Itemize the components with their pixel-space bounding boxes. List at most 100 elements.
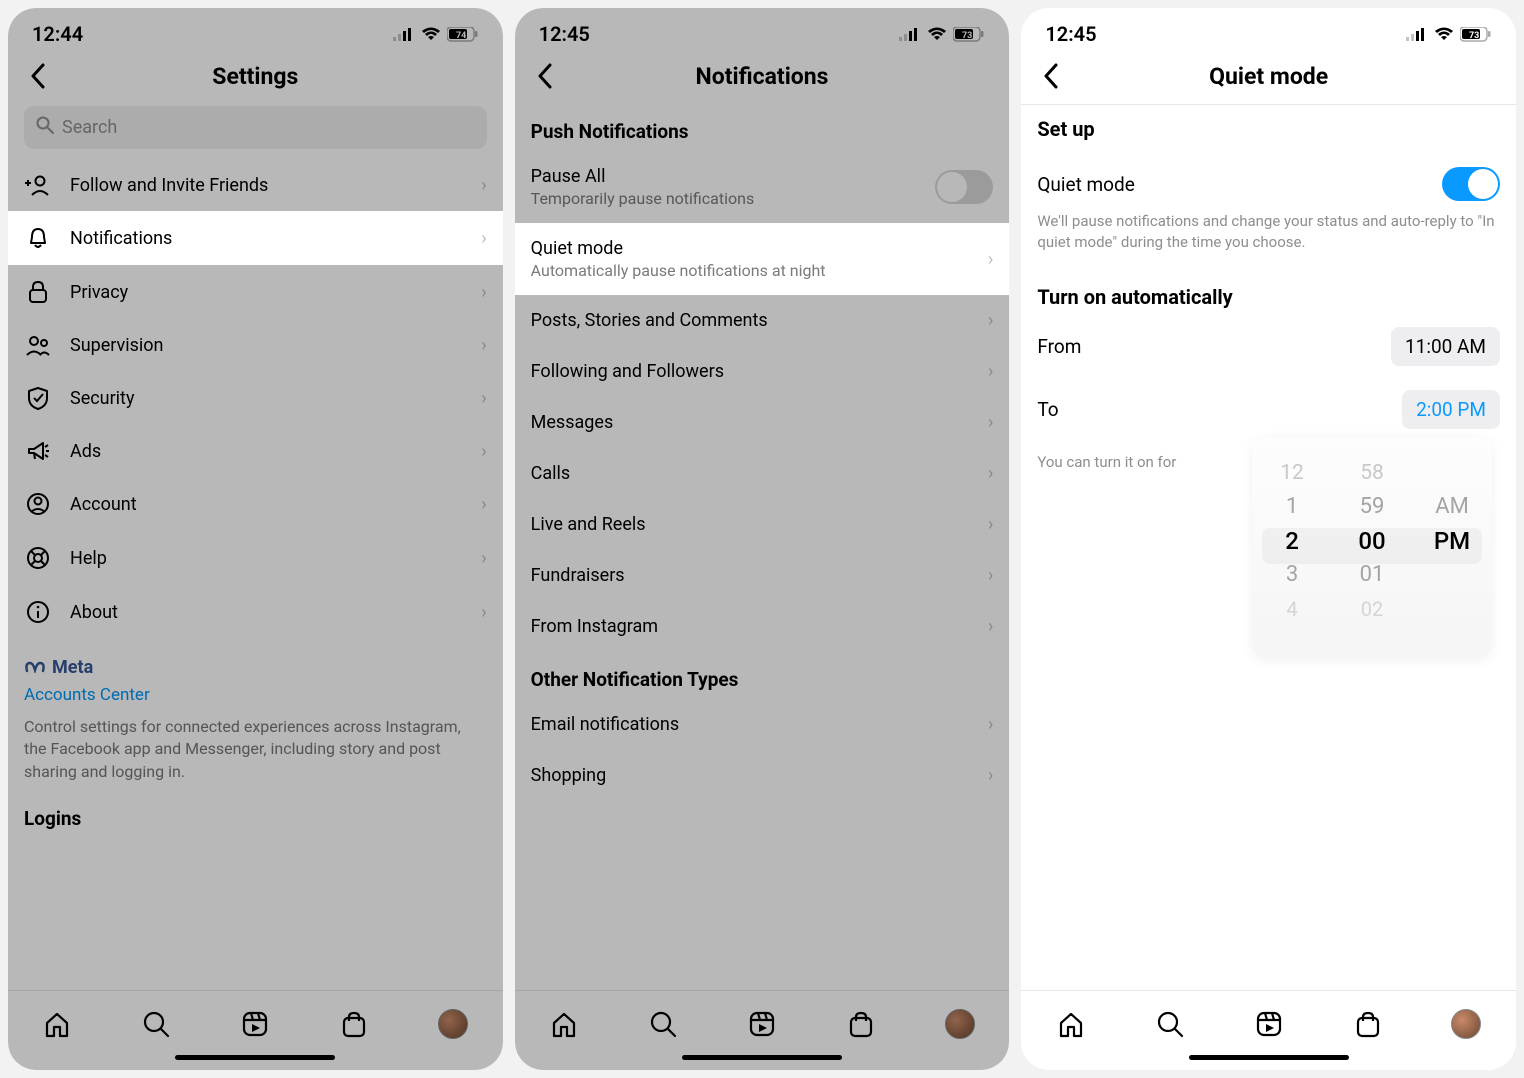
chevron-right-icon: › — [988, 714, 993, 735]
info-icon — [24, 600, 52, 624]
home-indicator[interactable] — [1189, 1055, 1349, 1060]
chevron-right-icon: › — [481, 228, 486, 249]
home-icon[interactable] — [1056, 1009, 1086, 1039]
chevron-right-icon: › — [988, 616, 993, 637]
profile-avatar[interactable] — [438, 1009, 468, 1039]
header: Settings — [8, 52, 503, 104]
row-label: Fundraisers — [531, 565, 970, 586]
chevron-right-icon: › — [988, 249, 993, 270]
cellular-icon — [1406, 27, 1428, 41]
auto-header: Turn on automatically — [1021, 263, 1516, 315]
row-label: Supervision — [70, 335, 463, 356]
reels-icon[interactable] — [1254, 1009, 1284, 1039]
row-email-notifications[interactable]: Email notifications › — [515, 699, 1010, 750]
shield-icon — [24, 386, 52, 410]
to-time-button[interactable]: 2:00 PM — [1402, 390, 1500, 429]
row-label: Following and Followers — [531, 361, 970, 382]
row-fundraisers[interactable]: Fundraisers › — [515, 550, 1010, 601]
row-privacy[interactable]: Privacy › — [8, 265, 503, 319]
search-input[interactable]: Search — [24, 106, 487, 149]
meta-label: Meta — [52, 655, 93, 680]
svg-text:74: 74 — [456, 31, 466, 41]
chevron-right-icon: › — [481, 175, 486, 196]
row-pause-all[interactable]: Pause All Temporarily pause notification… — [515, 151, 1010, 223]
back-button[interactable] — [24, 62, 52, 90]
shop-icon[interactable] — [339, 1009, 369, 1039]
row-notifications[interactable]: Notifications › — [8, 211, 503, 265]
profile-avatar[interactable] — [945, 1009, 975, 1039]
home-indicator[interactable] — [682, 1055, 842, 1060]
pause-all-toggle[interactable] — [935, 170, 993, 204]
search-icon — [36, 116, 54, 139]
battery-icon: 74 — [447, 27, 479, 42]
meta-desc: Control settings for connected experienc… — [24, 716, 487, 783]
picker-minute-column[interactable]: 58 59 00 01 02 — [1332, 456, 1412, 626]
page-title: Quiet mode — [1065, 63, 1472, 90]
quiet-title: Quiet mode — [531, 238, 970, 259]
row-label: Posts, Stories and Comments — [531, 310, 970, 331]
search-tab-icon[interactable] — [648, 1009, 678, 1039]
screen-notifications: 12:45 73 Notifications Push Notification… — [515, 8, 1010, 1070]
row-label: Security — [70, 388, 463, 409]
chevron-right-icon: › — [481, 335, 486, 356]
accounts-center-link[interactable]: Accounts Center — [24, 684, 487, 708]
row-calls[interactable]: Calls › — [515, 448, 1010, 499]
chevron-right-icon: › — [481, 602, 486, 623]
status-bar: 12:45 73 — [1021, 8, 1516, 52]
meta-block: Meta Accounts Center Control settings fo… — [8, 639, 503, 793]
row-help[interactable]: Help › — [8, 531, 503, 585]
quiet-mode-toggle-row: Quiet mode — [1021, 147, 1516, 209]
row-posts-stories[interactable]: Posts, Stories and Comments › — [515, 295, 1010, 346]
back-button[interactable] — [531, 62, 559, 90]
chevron-right-icon: › — [481, 441, 486, 462]
shop-icon[interactable] — [846, 1009, 876, 1039]
quiet-mode-toggle[interactable] — [1442, 167, 1500, 201]
row-ads[interactable]: Ads › — [8, 425, 503, 477]
row-messages[interactable]: Messages › — [515, 397, 1010, 448]
row-label: Privacy — [70, 282, 463, 303]
row-shopping[interactable]: Shopping › — [515, 750, 1010, 801]
row-account[interactable]: Account › — [8, 477, 503, 531]
picker-hour-column[interactable]: 12 1 2 3 4 — [1252, 456, 1332, 626]
svg-text:73: 73 — [1469, 31, 1479, 41]
back-button[interactable] — [1037, 62, 1065, 90]
status-right: 74 — [393, 27, 479, 42]
row-quiet-mode[interactable]: Quiet mode Automatically pause notificat… — [515, 223, 1010, 295]
content: Push Notifications Pause All Temporarily… — [515, 104, 1010, 990]
row-from-instagram[interactable]: From Instagram › — [515, 601, 1010, 652]
shop-icon[interactable] — [1353, 1009, 1383, 1039]
chevron-right-icon: › — [988, 310, 993, 331]
home-icon[interactable] — [42, 1009, 72, 1039]
tab-bar — [8, 990, 503, 1049]
status-time: 12:44 — [32, 22, 83, 46]
search-tab-icon[interactable] — [1155, 1009, 1185, 1039]
wifi-icon — [421, 27, 441, 41]
row-about[interactable]: About › — [8, 585, 503, 639]
header: Notifications — [515, 52, 1010, 104]
profile-avatar[interactable] — [1451, 1009, 1481, 1039]
section-push: Push Notifications — [515, 104, 1010, 151]
row-security[interactable]: Security › — [8, 371, 503, 425]
megaphone-icon — [24, 440, 52, 462]
battery-icon: 73 — [953, 27, 985, 42]
chevron-right-icon: › — [988, 463, 993, 484]
cellular-icon — [899, 27, 921, 41]
reels-icon[interactable] — [240, 1009, 270, 1039]
picker-ampm-column[interactable]: AM PM — [1412, 456, 1492, 626]
row-following[interactable]: Following and Followers › — [515, 346, 1010, 397]
row-label: Ads — [70, 441, 463, 462]
from-time-button[interactable]: 11:00 AM — [1391, 327, 1500, 366]
to-row: To 2:00 PM — [1021, 378, 1516, 441]
reels-icon[interactable] — [747, 1009, 777, 1039]
row-supervision[interactable]: Supervision › — [8, 319, 503, 371]
time-picker[interactable]: 12 1 2 3 4 58 59 00 01 02 AM PM — [1252, 438, 1492, 658]
row-live-reels[interactable]: Live and Reels › — [515, 499, 1010, 550]
chevron-right-icon: › — [988, 412, 993, 433]
status-bar: 12:44 74 — [8, 8, 503, 52]
quiet-mode-label: Quiet mode — [1037, 173, 1424, 196]
logins-header: Logins — [8, 793, 503, 834]
search-tab-icon[interactable] — [141, 1009, 171, 1039]
home-indicator[interactable] — [175, 1055, 335, 1060]
row-follow-invite[interactable]: Follow and Invite Friends › — [8, 159, 503, 211]
home-icon[interactable] — [549, 1009, 579, 1039]
